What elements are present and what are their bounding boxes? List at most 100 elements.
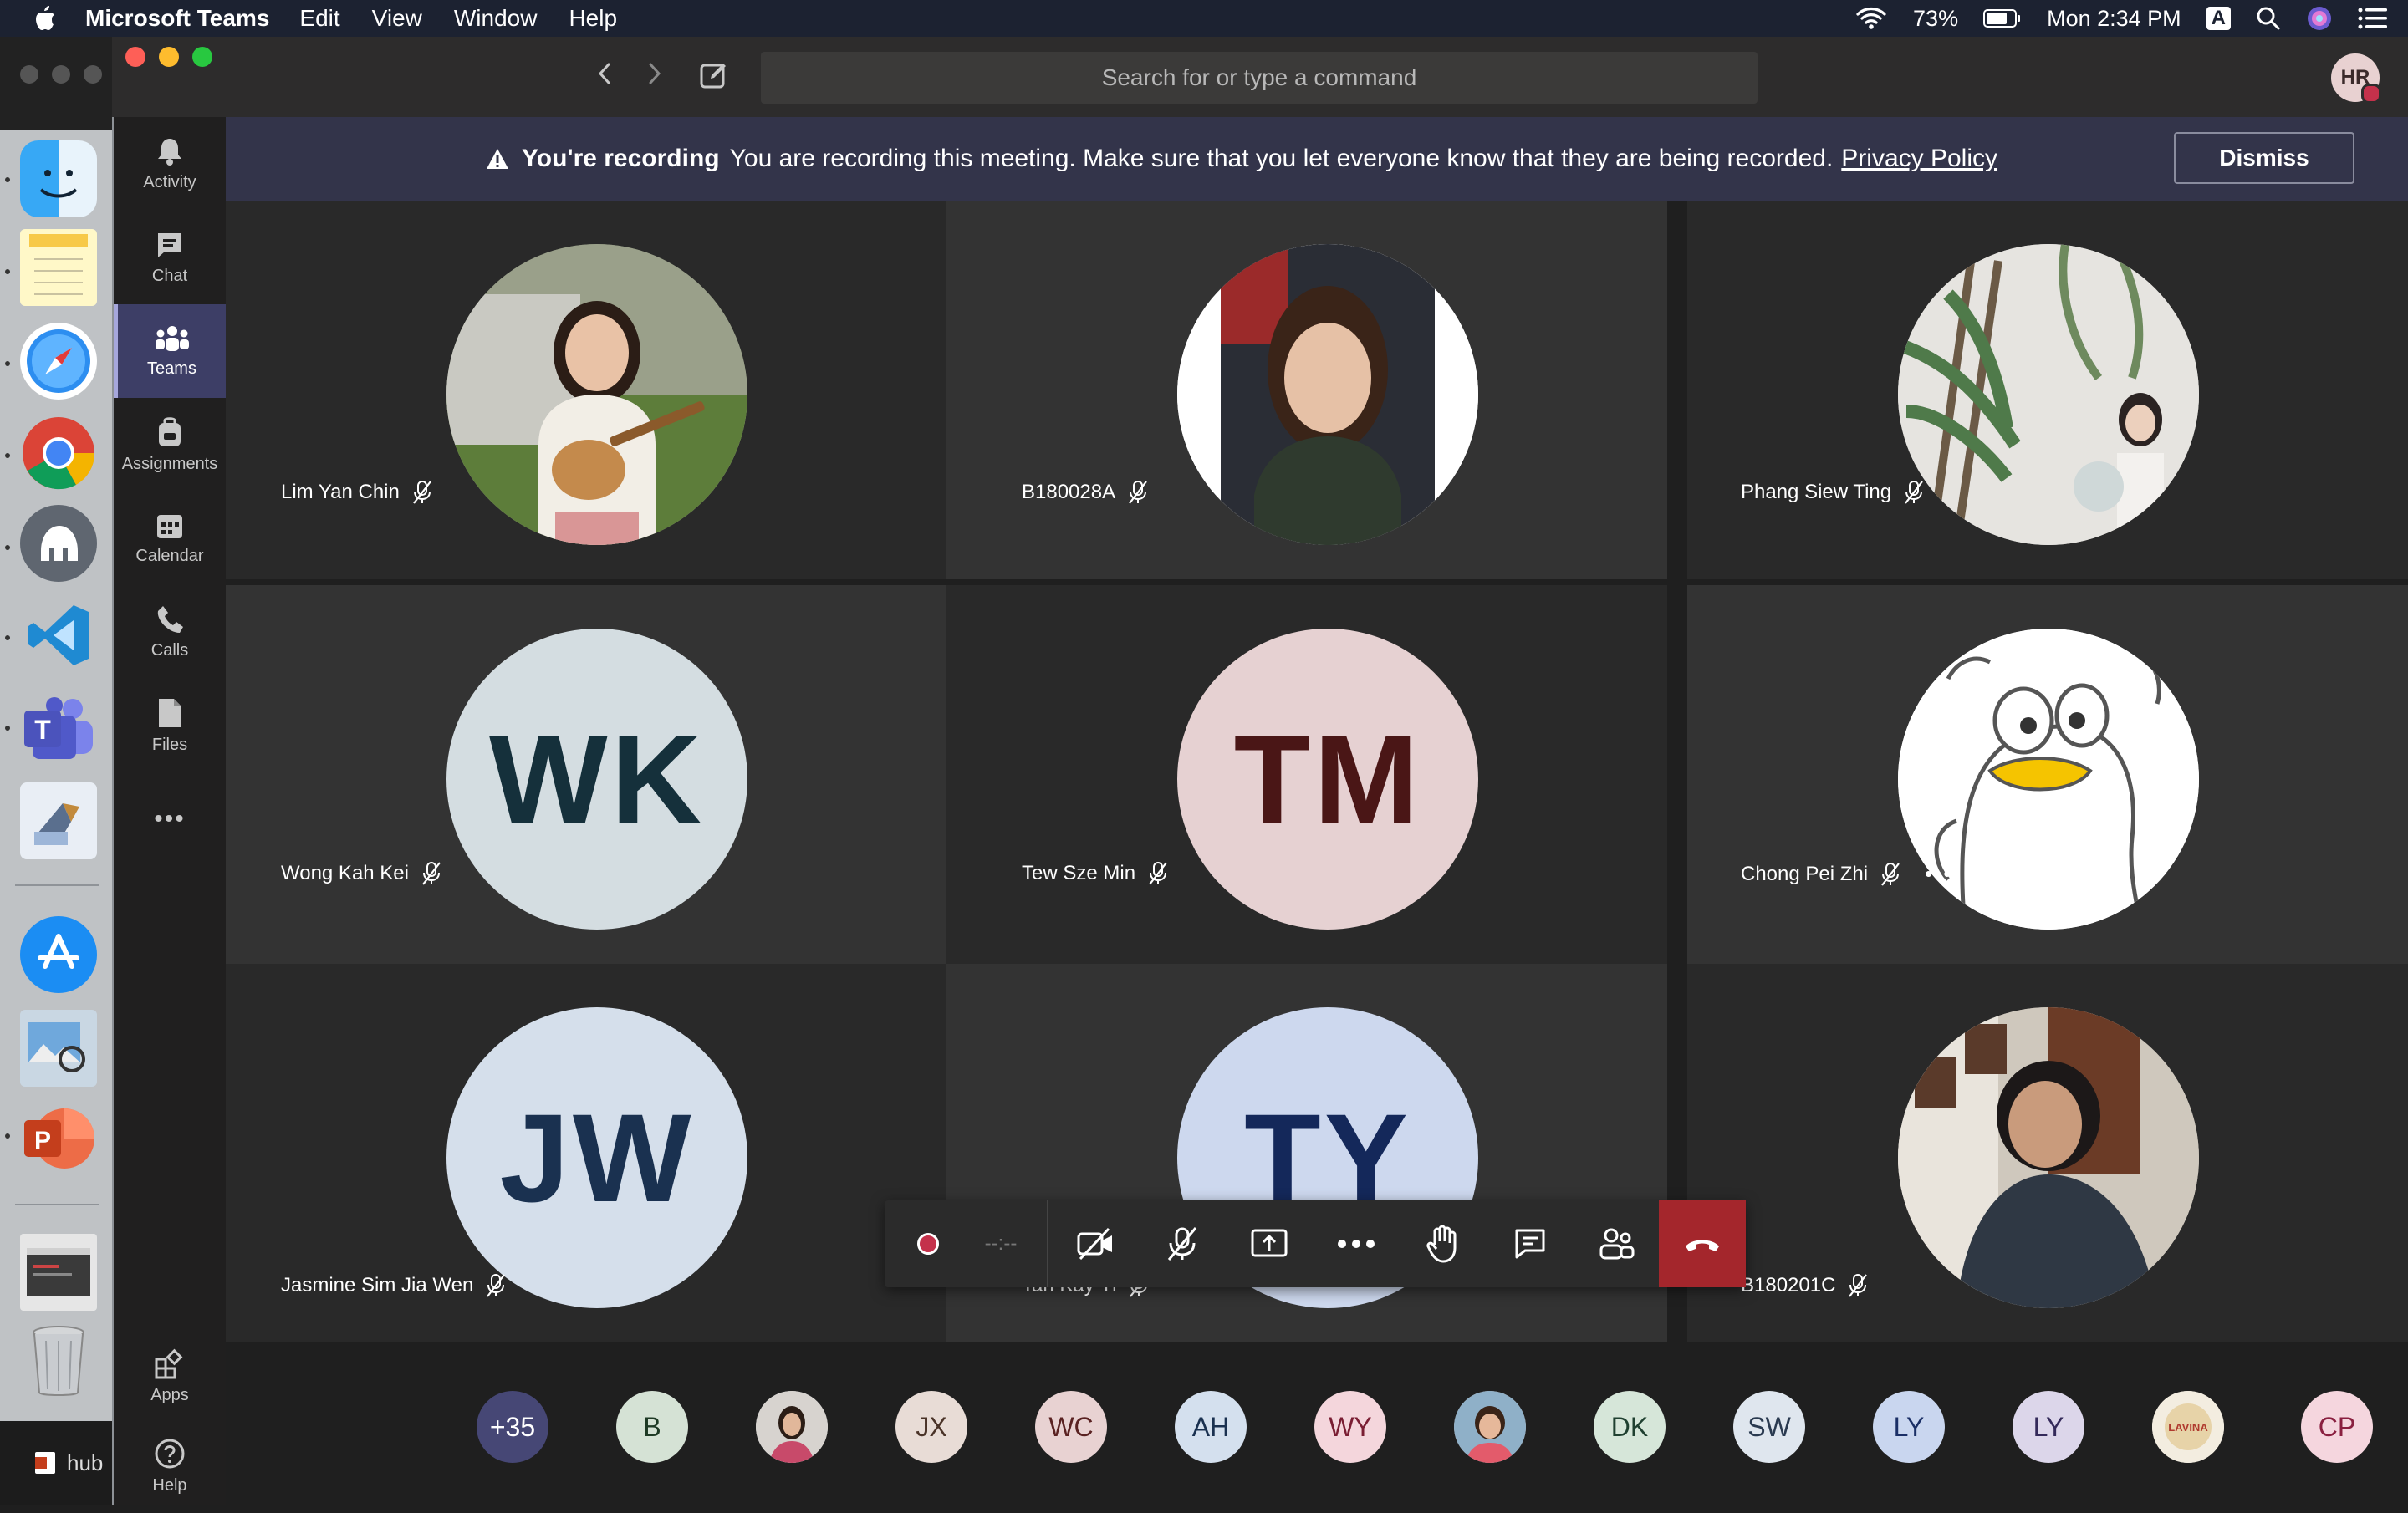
notes-icon[interactable]	[20, 229, 97, 306]
roster-avatar-logo[interactable]: LAVINA	[2152, 1391, 2224, 1463]
participant-tile[interactable]: JW Jasmine Sim Jia Wen	[226, 964, 946, 1342]
user-avatar[interactable]: HR	[2331, 53, 2381, 104]
back-arrow-icon[interactable]	[595, 59, 614, 94]
roster-avatar-photo[interactable]	[1454, 1391, 1526, 1463]
menu-window[interactable]: Window	[454, 5, 538, 32]
roster-avatar[interactable]: LY	[1873, 1391, 1945, 1463]
camera-toggle-button[interactable]	[1052, 1200, 1139, 1287]
wifi-icon[interactable]	[1854, 6, 1888, 31]
rail-item-apps[interactable]: Apps	[114, 1329, 226, 1423]
rail-item-activity[interactable]: Activity	[114, 117, 226, 211]
mail-icon[interactable]	[20, 782, 97, 859]
participant-tile[interactable]: Phang Siew Ting	[1687, 201, 2408, 579]
participant-more-options-button[interactable]: •••	[1925, 861, 1952, 887]
participant-name: Phang Siew Ting	[1741, 481, 1892, 503]
privacy-policy-link[interactable]: Privacy Policy	[1841, 145, 1997, 173]
rail-item-calls[interactable]: Calls	[114, 585, 226, 679]
participant-photo	[1898, 244, 2199, 545]
record-dot-icon	[917, 1233, 939, 1255]
participant-name: Jasmine Sim Jia Wen	[281, 1274, 474, 1296]
roster-avatar-photo[interactable]	[756, 1391, 828, 1463]
participant-name-row: B180028A	[1022, 480, 1149, 505]
battery-percent: 73%	[1913, 5, 1959, 31]
rail-item-assignments[interactable]: Assignments	[114, 398, 226, 492]
minimized-window[interactable]: hub	[0, 1421, 112, 1505]
rail-label: Teams	[147, 359, 196, 378]
participant-tile[interactable]: TM Tew Sze Min	[946, 585, 1667, 964]
participant-tile[interactable]: Chong Pei Zhi •••	[1687, 585, 2408, 964]
participant-name: B180201C	[1741, 1274, 1836, 1296]
menu-help[interactable]: Help	[569, 5, 617, 32]
roster-avatar[interactable]: SW	[1733, 1391, 1805, 1463]
share-screen-button[interactable]	[1226, 1200, 1313, 1287]
participant-tile[interactable]: B180028A	[946, 201, 1667, 579]
recording-title: You're recording	[522, 145, 720, 172]
input-source-icon[interactable]: A	[2206, 7, 2231, 30]
show-participants-button[interactable]	[1574, 1200, 1661, 1287]
roster-avatar[interactable]: CP	[2301, 1391, 2373, 1463]
participant-tile[interactable]: B180201C	[1687, 964, 2408, 1342]
mic-off-icon	[1881, 862, 1900, 886]
show-conversation-button[interactable]	[1487, 1200, 1574, 1287]
more-actions-button[interactable]	[1313, 1200, 1400, 1287]
participant-name: Tew Sze Min	[1022, 862, 1136, 884]
menu-view[interactable]: View	[372, 5, 422, 32]
forward-arrow-icon[interactable]	[645, 59, 664, 94]
participants-icon	[1599, 1228, 1635, 1260]
more-dots-icon	[1338, 1240, 1375, 1248]
roster-avatar[interactable]: DK	[1594, 1391, 1666, 1463]
rail-label: Calendar	[135, 546, 204, 565]
roster-avatar[interactable]: LY	[2013, 1391, 2084, 1463]
dock-window-controls	[0, 37, 112, 130]
finder-icon[interactable]	[20, 140, 97, 217]
vscode-icon[interactable]	[20, 597, 97, 674]
chrome-icon[interactable]	[20, 415, 97, 492]
battery-icon[interactable]	[1983, 8, 2022, 28]
zoom-window-button[interactable]	[192, 47, 212, 67]
minimize-window-button[interactable]	[159, 47, 179, 67]
teams-people-icon	[155, 325, 189, 351]
apps-icon	[155, 1348, 183, 1378]
overflow-count: +35	[489, 1411, 536, 1442]
app-menu[interactable]: Microsoft Teams	[85, 5, 269, 32]
more-apps-button[interactable]: •••	[114, 772, 226, 866]
close-window-button[interactable]	[125, 47, 145, 67]
app-store-icon[interactable]	[20, 916, 97, 993]
menu-edit[interactable]: Edit	[299, 5, 339, 32]
participant-tile[interactable]: Lim Yan Chin	[226, 201, 946, 579]
trash-icon[interactable]	[20, 1322, 97, 1399]
roster-initials: LY	[1893, 1411, 1925, 1442]
rail-item-chat[interactable]: Chat	[114, 211, 226, 304]
participant-tile[interactable]: WK Wong Kah Kei	[226, 585, 946, 964]
roster-avatar[interactable]: WC	[1035, 1391, 1107, 1463]
rail-item-files[interactable]: Files	[114, 679, 226, 772]
roster-avatar[interactable]: B	[616, 1391, 688, 1463]
participant-photo	[1898, 1007, 2199, 1308]
mic-toggle-button[interactable]	[1139, 1200, 1226, 1287]
hang-up-button[interactable]	[1659, 1200, 1746, 1287]
notification-center-icon[interactable]	[2358, 7, 2388, 30]
teams-icon[interactable]: T	[20, 690, 97, 767]
siri-icon[interactable]	[2306, 5, 2333, 32]
preview-icon[interactable]	[20, 1010, 97, 1087]
rail-item-help[interactable]: Help	[114, 1419, 226, 1513]
window-thumbnail-icon[interactable]	[20, 1234, 97, 1311]
command-search-input[interactable]: Search for or type a command	[761, 52, 1758, 104]
raise-hand-button[interactable]	[1400, 1200, 1487, 1287]
tableplus-icon[interactable]	[20, 505, 97, 582]
dismiss-button[interactable]: Dismiss	[2174, 132, 2354, 184]
spotlight-search-icon[interactable]	[2256, 6, 2281, 31]
help-icon	[155, 1439, 185, 1468]
safari-icon[interactable]	[20, 323, 97, 400]
clock[interactable]: Mon 2:34 PM	[2047, 6, 2181, 32]
apple-menu-icon[interactable]	[32, 4, 57, 33]
roster-avatar[interactable]: JX	[895, 1391, 967, 1463]
rail-item-calendar[interactable]: Calendar	[114, 492, 226, 585]
rail-item-teams[interactable]: Teams	[114, 304, 226, 398]
file-icon	[159, 698, 181, 727]
new-chat-compose-icon[interactable]	[699, 60, 729, 98]
powerpoint-icon[interactable]: P	[20, 1100, 97, 1177]
roster-avatar[interactable]: WY	[1314, 1391, 1386, 1463]
overflow-participants-button[interactable]: +35	[477, 1391, 548, 1463]
roster-avatar[interactable]: AH	[1175, 1391, 1247, 1463]
